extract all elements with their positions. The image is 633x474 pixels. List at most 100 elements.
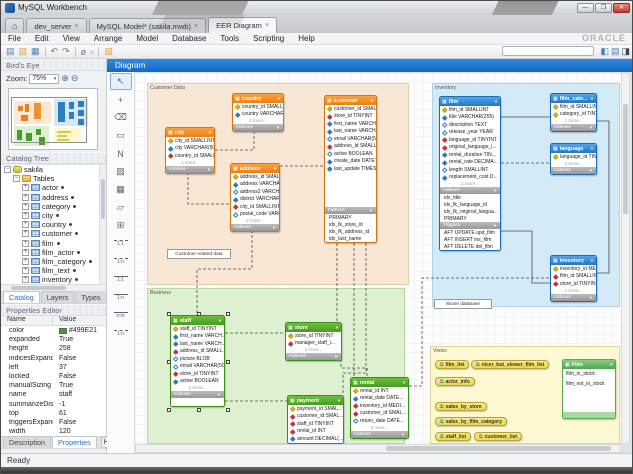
property-row-locked[interactable]: lockedFalse	[1, 372, 106, 381]
menu-item-tools[interactable]: Tools	[213, 34, 246, 43]
collapse-icon[interactable]: ▼	[277, 96, 281, 101]
collapse-icon[interactable]: ▼	[337, 398, 341, 403]
view-badge-film-list[interactable]: ⧉film_list	[435, 360, 469, 369]
tree-horizontal-scrollbar[interactable]	[1, 284, 106, 291]
table-film[interactable]: ▦film▼film_id SMALLINTtitle VARCHAR(255)…	[439, 96, 501, 251]
property-row-indicesexpanded[interactable]: indicesExpandedFalse	[1, 354, 106, 363]
tab-catalog[interactable]: Catalog	[3, 291, 40, 303]
tree-item-film-actor[interactable]: +film_actor	[1, 248, 106, 257]
expander-icon[interactable]: +	[22, 212, 29, 219]
note-movie-database[interactable]: Movie database	[434, 299, 492, 309]
expander-icon[interactable]: +	[22, 221, 29, 228]
section-indexes[interactable]: Indexes▼	[351, 431, 408, 438]
view-badge-sales-by-store[interactable]: ⧉sales_by_store	[435, 402, 487, 411]
table-header[interactable]: ▦store▼	[286, 323, 341, 332]
grid-icon[interactable]: ▫	[90, 47, 93, 57]
expander-icon[interactable]: +	[22, 258, 29, 265]
minimize-button[interactable]: —	[577, 3, 594, 13]
collapse-icon[interactable]: ▼	[590, 258, 594, 263]
section-indexes[interactable]: Indexes▼	[171, 391, 224, 398]
section-triggers[interactable]: Triggers▼	[440, 222, 500, 229]
tree-item-actor[interactable]: +actor	[1, 183, 106, 192]
menu-item-file[interactable]: File	[1, 34, 28, 43]
expander-icon[interactable]: +	[22, 203, 29, 210]
expander-icon[interactable]: +	[22, 267, 29, 274]
new-diagram-icon[interactable]: ▧	[104, 46, 113, 57]
birds-eye-minimap[interactable]	[8, 88, 98, 150]
menu-item-model[interactable]: Model	[129, 34, 165, 43]
view-badge-sales-by-film-category[interactable]: ⧉sales_by_film_category	[435, 417, 507, 426]
canvas-vertical-scrollbar[interactable]	[621, 73, 630, 444]
collapse-icon[interactable]: ▼	[208, 130, 212, 135]
property-row-expanded[interactable]: expandedTrue	[1, 335, 106, 344]
selection-handle[interactable]	[226, 408, 230, 412]
maximize-button[interactable]: ❐	[595, 3, 612, 13]
tree-item-sakila[interactable]: −sakila	[1, 165, 106, 174]
routine-group-film[interactable]: ▦Film▼film_in_stockfilm_not_in_stock	[562, 359, 616, 419]
tab-description[interactable]: Description	[3, 436, 51, 448]
property-row-manualsizing[interactable]: manualSizingTrue	[1, 381, 106, 390]
expander-icon[interactable]: +	[22, 194, 29, 201]
menu-item-edit[interactable]: Edit	[28, 34, 56, 43]
table-payment[interactable]: ▦payment▼payment_id SMAL...customer_id S…	[287, 395, 344, 444]
table-city[interactable]: ▦city▼city_id SMALLINTcity VARCHAR(50)co…	[165, 127, 215, 174]
diagram-canvas[interactable]: Customer DataInventoryBusinessViews▦coun…	[135, 73, 621, 444]
section-indexes[interactable]: Indexes▼	[286, 353, 341, 360]
zoom-out-icon[interactable]: ⊖	[71, 73, 79, 84]
expander-icon[interactable]: +	[22, 240, 29, 247]
table-header[interactable]: ▦rental▼	[351, 378, 408, 387]
property-row-name[interactable]: namestaff	[1, 390, 106, 399]
menu-item-view[interactable]: View	[56, 34, 87, 43]
zoom-select[interactable]: 75%▾	[29, 74, 59, 84]
tab-dev-server[interactable]: dev_server×	[26, 18, 86, 33]
expander-icon[interactable]: −	[4, 166, 11, 173]
collapse-icon[interactable]: ▼	[218, 318, 222, 323]
view-badge-nicer-but-slower-film-list[interactable]: ⧉nicer_but_slower_film_list	[471, 360, 549, 369]
canvas-horizontal-scrollbar[interactable]	[135, 444, 621, 453]
table-store[interactable]: ▦store▼store_id TINYINTmanager_staff_i..…	[285, 322, 342, 361]
menu-item-database[interactable]: Database	[165, 34, 213, 43]
property-row-height[interactable]: height258	[1, 344, 106, 353]
table-header[interactable]: ▦country▼	[233, 94, 283, 103]
zoom-in-icon[interactable]: ⊕	[61, 73, 69, 84]
table-country[interactable]: ▦country▼country_id SMALLINTcountry VARC…	[232, 93, 284, 132]
undo-icon[interactable]: ↶	[51, 46, 59, 57]
toggle-sidebar-left-icon[interactable]: ◧	[600, 46, 609, 56]
tool-routine-group[interactable]: ⊞	[110, 217, 132, 234]
tree-item-film[interactable]: +film	[1, 239, 106, 248]
tool-rel-1-1[interactable]: 1:1	[110, 271, 132, 288]
tree-item-category[interactable]: +category	[1, 202, 106, 211]
zoom-actual-icon[interactable]: ø	[81, 47, 87, 57]
save-icon[interactable]: ▦	[31, 46, 40, 57]
toggle-output-icon[interactable]: ▤	[611, 46, 620, 56]
property-row-summarizedisplay[interactable]: summarizeDisplay-1	[1, 400, 106, 409]
tool-hand[interactable]: +	[110, 91, 132, 108]
tool-rel-1-n[interactable]: 1:n	[110, 289, 132, 306]
property-row-left[interactable]: left37	[1, 363, 106, 372]
collapse-icon[interactable]: ▼	[494, 99, 498, 104]
tab-mysql-model-sakila-mwb[interactable]: MySQL Model* (sakila.mwb)×	[89, 18, 206, 33]
tool-image[interactable]: ▨	[110, 163, 132, 180]
section-indexes[interactable]: Indexes▼	[551, 294, 596, 301]
tool-select[interactable]: ↖	[110, 73, 132, 90]
table-header[interactable]: ▦customer▼	[325, 96, 376, 105]
table-staff[interactable]: ▦staff▼staff_id TINYINTfirst_name VARCH.…	[170, 315, 225, 407]
table-rental[interactable]: ▦rental▼rental_id INTrental_date DATE...…	[350, 377, 409, 439]
close-button[interactable]: ✕	[613, 3, 630, 13]
section-indexes[interactable]: Indexes▼	[231, 224, 279, 231]
expander-icon[interactable]: +	[22, 276, 29, 283]
tab-eer-diagram[interactable]: EER Diagram×	[208, 17, 277, 33]
tab-close-icon[interactable]: ×	[265, 22, 269, 29]
selection-handle[interactable]	[167, 312, 171, 316]
tool-eraser[interactable]: ⌫	[110, 109, 132, 126]
tree-item-customer[interactable]: +customer	[1, 229, 106, 238]
tree-item-inventory[interactable]: +inventory	[1, 275, 106, 284]
property-row-triggersexpanded[interactable]: triggersExpandedFalse	[1, 418, 106, 427]
note-customer-related-data[interactable]: Customer related data	[167, 249, 231, 259]
tool-rel-1-n-dashed[interactable]: 1:n	[110, 253, 132, 270]
table-film-cate[interactable]: ▦film_cate...▼film_id SMALLINTcategory_i…	[550, 93, 597, 132]
tool-view[interactable]: ▱	[110, 199, 132, 216]
collapse-icon[interactable]: ▼	[609, 362, 613, 367]
tree-item-tables[interactable]: −Tables	[1, 174, 106, 183]
expander-icon[interactable]: −	[13, 175, 20, 182]
